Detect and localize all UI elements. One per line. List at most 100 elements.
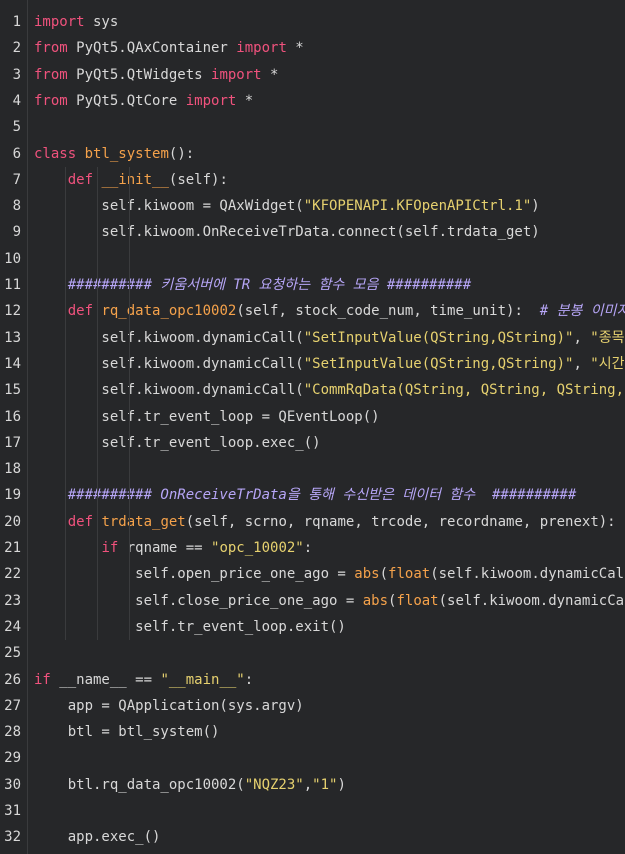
comment: ########## OnReceiveTrData을 통해 수신받은 데이터 … [67,487,577,504]
line-number: 21 [4,540,21,556]
keyword: def [67,303,94,320]
line-number: 24 [4,618,21,635]
function-name: __init__ [101,171,169,188]
function-name: rq_data_opc10002 [101,303,237,320]
line-number: 32 [4,829,21,846]
code-text: (self, scrno, rqname, trcode, recordname… [185,513,616,530]
code-line: app = QApplication(sys.argv) [34,693,304,719]
line-number: 29 [4,750,21,767]
code-line: import sys [34,9,118,35]
line-number: 27 [4,697,21,714]
code-text: ( [379,566,389,583]
function-name: btl_system [84,145,169,162]
line-number: 2 [12,40,21,57]
code-text: (self): [168,171,228,188]
code-text: app = QApplication(sys.argv) [34,697,304,714]
line-number: 22 [4,566,21,583]
code-line: def trdata_get(self, scrno, rqname, trco… [34,509,616,535]
line-number: 20 [4,513,21,530]
string-literal: "SetInputValue(QString,QString)" [303,355,574,372]
code-text: PyQt5.QtCore [67,92,186,109]
string-literal: "1" [312,776,338,793]
line-number: 7 [12,171,21,188]
code-text: (self.kiwoom.dynamicCall( [438,592,625,609]
code-line: self.close_price_one_ago = abs(float(sel… [34,588,625,614]
code-text: PyQt5.QtWidgets [67,66,212,83]
line-number: 19 [4,487,21,504]
indent-guide [129,166,130,641]
code-text: , [573,329,591,346]
code-text: __name__ == [50,671,161,688]
code-line: self.tr_event_loop.exit() [34,614,346,640]
function-name: abs [354,566,380,583]
code-text: self.kiwoom.OnReceiveTrData.connect(self… [34,224,540,241]
string-literal: "KFOPENAPI.KFOpenAPICtrl.1" [303,198,532,215]
line-number: 11 [4,277,21,293]
keyword: if [34,671,51,688]
code-text: PyQt5.QAxContainer [67,40,237,57]
line-number: 8 [12,198,21,215]
keyword: from [34,40,68,57]
function-name: trdata_get [101,513,186,530]
line-number: 5 [12,119,21,136]
keyword: from [34,66,68,83]
code-text: (self.kiwoom.dynamicCall( [430,566,625,583]
code-line: btl = btl_system() [34,719,220,745]
indent-guide [97,166,98,641]
keyword: import [211,66,262,83]
code-area[interactable]: import sys from PyQt5.QAxContainer import… [34,0,625,854]
code-text: btl.rq_data_opc10002( [34,776,245,793]
code-text: self.close_price_one_ago = [34,592,363,609]
string-literal: "opc_10002" [211,540,304,556]
comment: # 분봉 이미지 [539,303,625,320]
line-number: 4 [12,92,21,109]
code-line: if rqname == "opc_10002": [34,535,312,561]
code-editor[interactable]: 1 2 3 4 5 6 7 8 9 10 11 12 13 14 15 16 17 18 19 20 21 22 23 24 2… [0,0,625,854]
code-text: self.kiwoom.dynamicCall( [34,355,304,372]
code-line: from PyQt5.QtWidgets import * [34,62,278,88]
code-line: ########## 키움서버에 TR 요청하는 함수 모음 #########… [34,272,471,298]
code-line: from PyQt5.QAxContainer import * [34,35,304,61]
code-text: , [573,355,591,372]
code-text: * [261,66,279,83]
code-line: ########## OnReceiveTrData을 통해 수신받은 데이터 … [34,482,577,508]
code-text: self.open_price_one_ago = [34,566,355,583]
code-line: self.kiwoom = QAxWidget("KFOPENAPI.KFOpe… [34,193,539,219]
code-line: app.exec_() [34,824,161,850]
code-text: (): [168,145,195,162]
line-number: 23 [4,592,21,609]
keyword: def [67,513,94,530]
code-text: (self, stock_code_num, time_unit): [236,303,540,320]
indent-guide [65,166,66,641]
line-number: 10 [4,250,21,267]
line-number: 12 [4,303,21,320]
line-number: 16 [4,408,21,425]
code-line: if __name__ == "__main__": [34,667,253,693]
code-text: self.tr_event_loop.exit() [34,618,346,635]
line-number: 31 [4,803,21,819]
code-line: self.kiwoom.dynamicCall("SetInputValue(Q… [34,351,625,377]
line-number: 18 [4,461,21,478]
keyword: if [101,540,119,556]
code-text: * [286,40,304,57]
code-text: * [236,92,254,109]
line-number: 1 [12,14,21,30]
code-text: ) [337,776,346,793]
code-line: def __init__(self): [34,167,228,193]
keyword: import [34,14,85,30]
line-number: 26 [4,671,21,688]
keyword: import [185,92,237,109]
line-number: 3 [12,66,21,83]
code-line: self.kiwoom.OnReceiveTrData.connect(self… [34,219,540,245]
line-number: 14 [4,355,21,372]
line-number: 25 [4,645,21,662]
code-line: class btl_system(): [34,141,194,167]
line-number: 9 [12,224,21,241]
code-text: : [244,671,254,688]
code-text: app.exec_() [34,829,161,846]
code-text: btl = btl_system() [34,724,220,741]
code-line: from PyQt5.QtCore import * [34,88,253,114]
